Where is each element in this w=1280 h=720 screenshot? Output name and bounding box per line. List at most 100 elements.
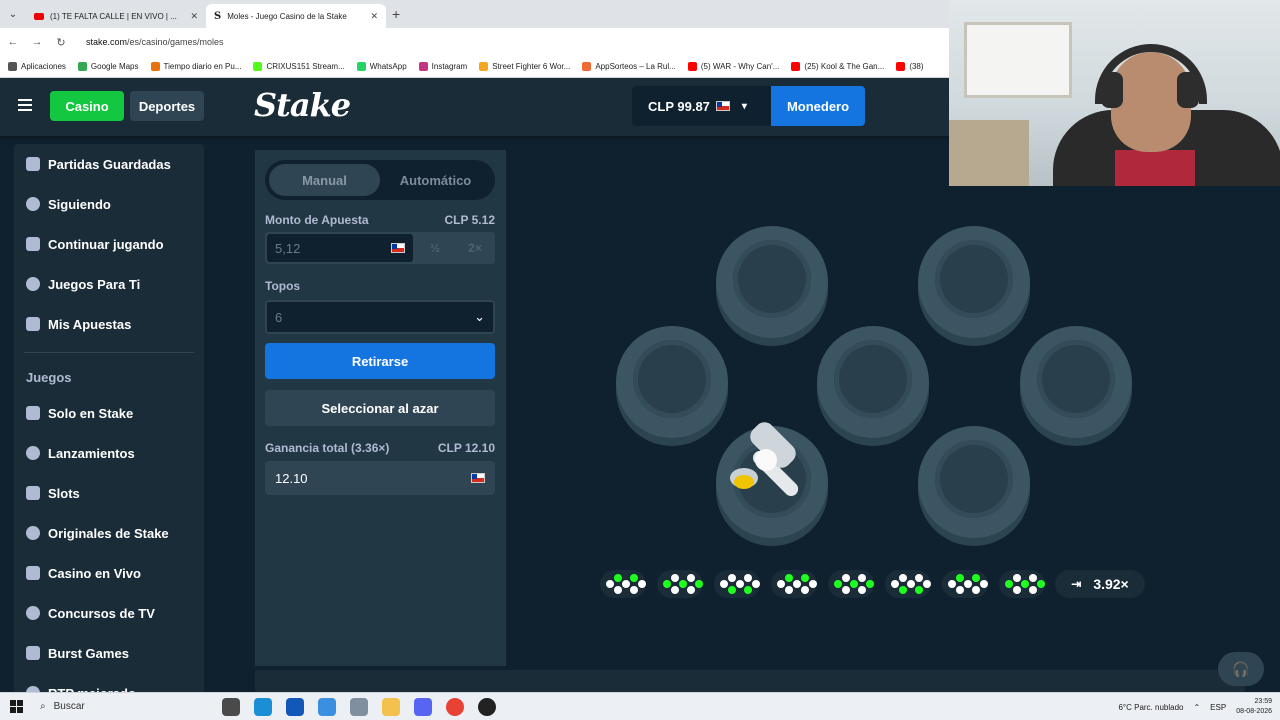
shelf bbox=[949, 120, 1029, 186]
mole-hole[interactable] bbox=[716, 226, 828, 338]
half-bet-button[interactable]: ½ bbox=[415, 232, 455, 264]
sidebar-item-mis-apuestas[interactable]: Mis Apuestas bbox=[14, 304, 204, 344]
url-host: stake.com bbox=[86, 37, 128, 47]
rocket-icon bbox=[26, 446, 40, 460]
total-profit-value: CLP 12.10 bbox=[437, 441, 495, 455]
mole-dot bbox=[801, 574, 809, 582]
sidebar-item-juegos-para-ti[interactable]: Juegos Para Ti bbox=[14, 264, 204, 304]
mole-hole[interactable] bbox=[817, 326, 929, 438]
sidebar-item-label: Solo en Stake bbox=[48, 405, 134, 421]
balance-selector[interactable]: CLP 99.87 ▾ bbox=[632, 86, 772, 126]
calculator-icon[interactable] bbox=[350, 697, 368, 716]
bookmark-item[interactable]: Street Fighter 6 Wor... bbox=[479, 62, 570, 71]
bookmark-icon bbox=[687, 62, 697, 71]
tab-automatic[interactable]: Automático bbox=[380, 164, 491, 196]
browser-tab-stake[interactable]: S Moles - Juego Casino de la Stake ✕ bbox=[206, 4, 386, 28]
headphone-cup bbox=[1101, 72, 1123, 108]
mole-hole[interactable] bbox=[616, 326, 728, 438]
wifi-icon[interactable]: ⌃ bbox=[1193, 703, 1200, 712]
search-icon: ⌕ bbox=[40, 701, 46, 712]
mole-hole[interactable] bbox=[918, 226, 1030, 338]
flame-icon bbox=[26, 526, 40, 540]
mole-dot bbox=[744, 586, 752, 594]
obs-icon[interactable] bbox=[478, 697, 496, 716]
cashout-button[interactable]: Retirarse bbox=[265, 343, 495, 379]
bookmark-item[interactable]: Instagram bbox=[418, 62, 467, 71]
mole-dot bbox=[948, 580, 956, 588]
mole-hole[interactable] bbox=[918, 426, 1030, 538]
task-view-icon[interactable] bbox=[222, 697, 240, 716]
weather-text[interactable]: 6°C Parc. nublado bbox=[1118, 703, 1183, 712]
close-tab-icon[interactable]: ✕ bbox=[190, 11, 198, 22]
clock[interactable]: 23:59 08-08-2026 bbox=[1236, 697, 1272, 717]
new-tab-icon[interactable]: + bbox=[392, 6, 400, 22]
mole-dot bbox=[793, 580, 801, 588]
bookmark-item[interactable]: (5) WAR - Why Can'... bbox=[687, 62, 780, 71]
chrome-icon[interactable] bbox=[446, 697, 464, 716]
sidebar-item-partidas-guardadas[interactable]: Partidas Guardadas bbox=[14, 144, 204, 184]
back-icon[interactable]: ← bbox=[6, 36, 20, 48]
mole-dot bbox=[671, 574, 679, 582]
bookmark-item[interactable]: Google Maps bbox=[77, 62, 139, 71]
sidebar-item-label: Slots bbox=[48, 485, 80, 501]
sidebar-item-concursos-de-tv[interactable]: Concursos de TV bbox=[14, 593, 204, 633]
discord-icon[interactable] bbox=[414, 697, 432, 716]
browser-tab-youtube[interactable]: (1) TE FALTA CALLE | EN VIVO | ... ✕ bbox=[26, 4, 206, 28]
mail-icon[interactable] bbox=[318, 697, 336, 716]
sidebar-item-continuar-jugando[interactable]: Continuar jugando bbox=[14, 224, 204, 264]
sidebar-item-slots[interactable]: Slots bbox=[14, 473, 204, 513]
pick-random-button[interactable]: Seleccionar al azar bbox=[265, 390, 495, 426]
casino-button[interactable]: Casino bbox=[50, 91, 124, 121]
bookmark-item[interactable]: Tiempo diario en Pu... bbox=[150, 62, 241, 71]
moles-select-value: 6 bbox=[275, 309, 283, 325]
support-chat-icon[interactable]: 🎧 bbox=[1218, 652, 1264, 686]
sidebar-item-label: Siguiendo bbox=[48, 196, 111, 212]
multiplier-step bbox=[828, 570, 874, 598]
moles-select[interactable]: 6 ⌄ bbox=[265, 300, 495, 334]
game-board: ⇥ 3.92× bbox=[506, 150, 1242, 666]
bookmark-icon bbox=[356, 62, 366, 71]
bookmark-icon bbox=[791, 62, 801, 71]
sidebar-item-siguiendo[interactable]: Siguiendo bbox=[14, 184, 204, 224]
file-explorer-icon[interactable] bbox=[382, 697, 400, 716]
edge-icon[interactable] bbox=[254, 697, 272, 716]
mole-hole[interactable] bbox=[1020, 326, 1132, 438]
mole-dot bbox=[964, 580, 972, 588]
mole-dot bbox=[1013, 586, 1021, 594]
reload-icon[interactable]: ↻ bbox=[54, 36, 68, 49]
sidebar-item-casino-en-vivo[interactable]: Casino en Vivo bbox=[14, 553, 204, 593]
stake-logo[interactable]: Stake bbox=[254, 86, 351, 124]
sidebar-item-lanzamientos[interactable]: Lanzamientos bbox=[14, 433, 204, 473]
close-tab-icon[interactable]: ✕ bbox=[370, 11, 378, 22]
sidebar-item-solo-en-stake[interactable]: Solo en Stake bbox=[14, 393, 204, 433]
bookmark-item[interactable]: AppSorteos – La Rul... bbox=[582, 62, 676, 71]
bookmark-item[interactable]: Aplicaciones bbox=[8, 62, 66, 71]
forward-icon[interactable]: → bbox=[30, 36, 44, 48]
mole-dot bbox=[809, 580, 817, 588]
sidebar-item-label: Lanzamientos bbox=[48, 445, 135, 461]
double-bet-button[interactable]: 2× bbox=[455, 232, 495, 264]
store-icon[interactable] bbox=[286, 697, 304, 716]
url-field[interactable]: stake.com/es/casino/games/moles bbox=[86, 37, 224, 47]
tab-manual[interactable]: Manual bbox=[269, 164, 380, 196]
bookmark-item[interactable]: WhatsApp bbox=[356, 62, 407, 71]
chevron-down-icon: ⌄ bbox=[474, 309, 485, 324]
bookmark-icon bbox=[582, 62, 592, 71]
taskbar-search[interactable]: ⌕ Buscar bbox=[32, 701, 212, 712]
mole-dot bbox=[728, 574, 736, 582]
windows-start-icon[interactable] bbox=[0, 700, 32, 713]
mole-dot bbox=[915, 574, 923, 582]
tab-list-chevron-icon[interactable]: ⌄ bbox=[0, 9, 26, 20]
bookmark-label: (5) WAR - Why Can'... bbox=[700, 62, 780, 71]
sidebar-item-burst-games[interactable]: Burst Games bbox=[14, 633, 204, 673]
bet-amount-input[interactable]: 5,12 bbox=[267, 234, 413, 262]
sidebar-item-originales-de-stake[interactable]: Originales de Stake bbox=[14, 513, 204, 553]
bookmark-item[interactable]: (38) bbox=[896, 62, 924, 71]
sidebar-item-label: Originales de Stake bbox=[48, 525, 169, 541]
bookmark-item[interactable]: (25) Kool & The Gan... bbox=[791, 62, 884, 71]
wallet-button[interactable]: Monedero bbox=[771, 86, 865, 126]
menu-icon[interactable] bbox=[18, 99, 32, 111]
bookmark-item[interactable]: CRIXUS151 Stream... bbox=[253, 62, 345, 71]
sports-button[interactable]: Deportes bbox=[130, 91, 204, 121]
language-indicator[interactable]: ESP bbox=[1210, 703, 1226, 712]
